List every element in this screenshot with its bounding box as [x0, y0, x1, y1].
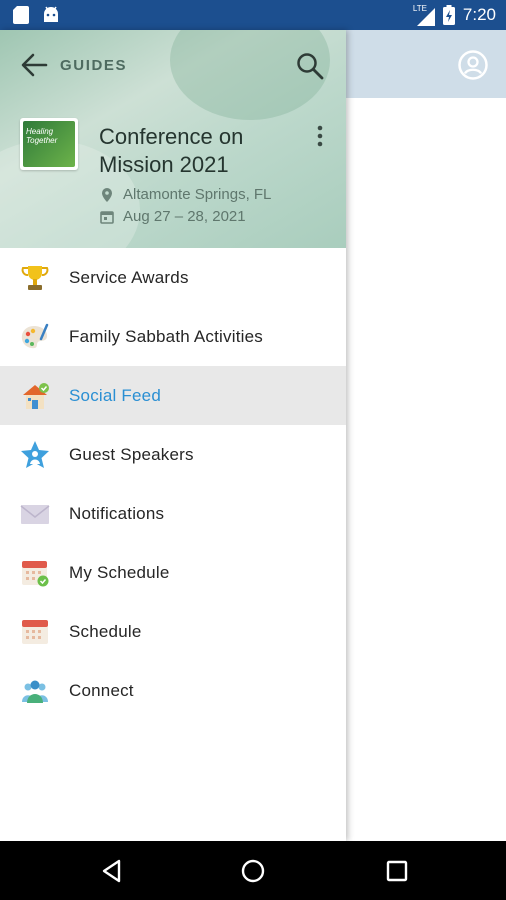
calendar-small-icon — [100, 210, 114, 224]
more-vert-icon[interactable] — [308, 122, 332, 150]
menu-item-schedule[interactable]: Schedule — [0, 602, 346, 661]
star-person-icon — [21, 440, 49, 468]
account-circle-icon[interactable] — [457, 49, 489, 81]
envelope-icon — [20, 504, 50, 524]
status-time: 7:20 — [462, 5, 496, 24]
signal-icon: LTE — [413, 4, 435, 26]
event-dates: Aug 27 – 28, 2021 — [123, 208, 246, 225]
trophy-icon — [21, 265, 49, 290]
drawer-menu: Service Awards Family Sabbath Activities — [0, 248, 346, 720]
system-nav-bar — [0, 841, 506, 900]
calendar-check-icon — [22, 560, 49, 586]
navigation-drawer: GUIDES Healing Together Conference on Mi… — [0, 30, 346, 841]
menu-item-label: Schedule — [69, 621, 142, 641]
status-bar: LTE 7:20 — [0, 0, 506, 30]
home-social-icon — [23, 382, 49, 409]
location-pin-icon — [102, 187, 112, 202]
menu-item-label: Service Awards — [69, 267, 189, 287]
back-nav-icon[interactable] — [99, 858, 125, 884]
menu-item-connect[interactable]: Connect — [0, 661, 346, 720]
event-logo-text: Healing Together — [23, 121, 75, 167]
event-logo: Healing Together — [20, 118, 78, 170]
arrow-back-icon[interactable] — [18, 50, 50, 80]
menu-item-label: Guest Speakers — [69, 444, 194, 464]
menu-item-social-feed[interactable]: Social Feed — [0, 366, 346, 425]
sd-card-icon — [13, 6, 29, 24]
palette-icon — [21, 323, 49, 348]
drawer-header: GUIDES Healing Together Conference on Mi… — [0, 30, 346, 248]
event-title: Conference on Mission 2021 — [99, 124, 244, 177]
calendar-icon — [22, 619, 48, 644]
main-content — [346, 98, 506, 841]
home-nav-icon[interactable] — [240, 858, 266, 884]
people-icon — [22, 680, 48, 703]
section-label: GUIDES — [60, 57, 128, 74]
event-location-row: Altamonte Springs, FL — [100, 186, 271, 203]
event-location: Altamonte Springs, FL — [123, 186, 272, 203]
menu-item-my-schedule[interactable]: My Schedule — [0, 543, 346, 602]
status-left-icons — [12, 5, 60, 25]
status-right-icons: LTE 7:20 — [413, 4, 496, 26]
menu-item-label: Notifications — [69, 503, 165, 523]
menu-item-label: My Schedule — [69, 562, 170, 582]
android-icon — [44, 6, 58, 22]
menu-item-label: Connect — [69, 680, 134, 700]
menu-item-notifications[interactable]: Notifications — [0, 484, 346, 543]
battery-icon — [442, 5, 455, 25]
recents-nav-icon[interactable] — [384, 858, 410, 884]
menu-item-label: Social Feed — [69, 385, 161, 405]
menu-item-guest-speakers[interactable]: Guest Speakers — [0, 425, 346, 484]
search-icon[interactable] — [294, 50, 326, 82]
event-date-row: Aug 27 – 28, 2021 — [100, 208, 246, 225]
menu-item-family-sabbath-activities[interactable]: Family Sabbath Activities — [0, 307, 346, 366]
menu-item-label: Family Sabbath Activities — [69, 326, 263, 346]
menu-item-service-awards[interactable]: Service Awards — [0, 248, 346, 307]
